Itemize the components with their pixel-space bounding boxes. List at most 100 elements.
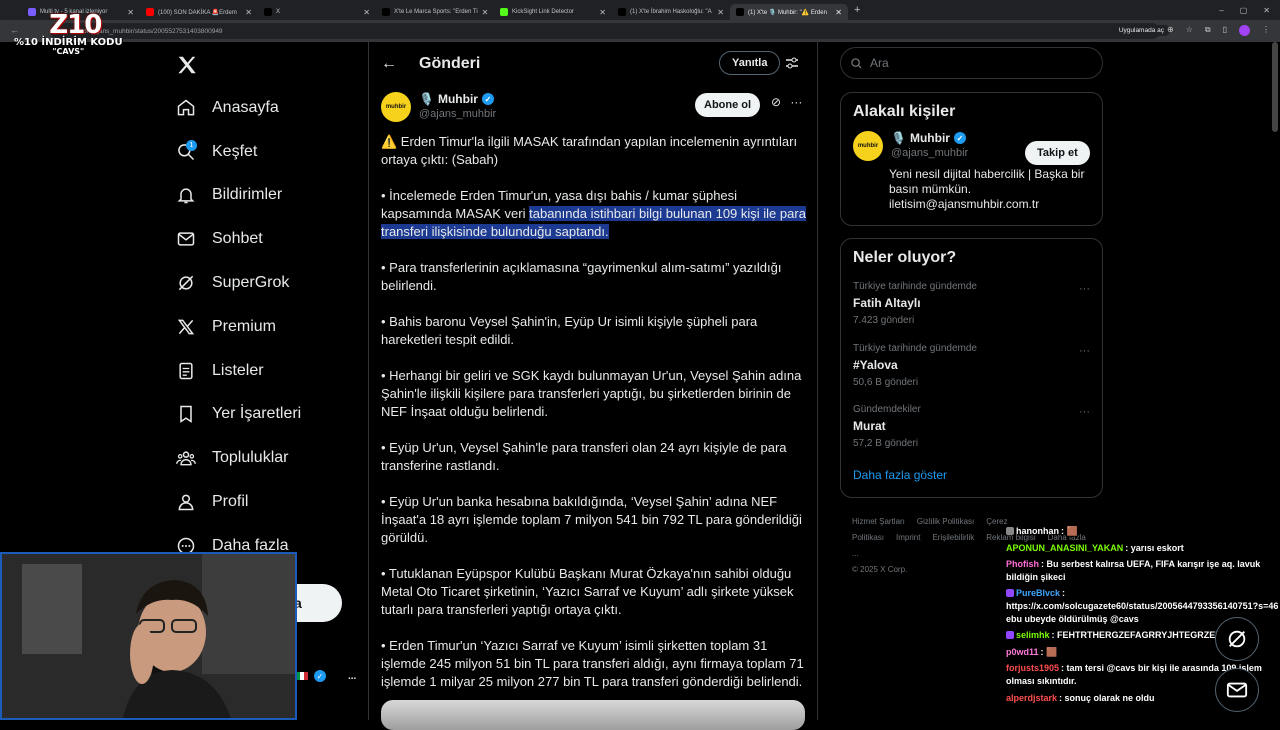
promo-logo: Z10 [49,10,102,40]
grok-icon[interactable]: ⊘ [771,95,781,109]
chat-username[interactable]: Phofish [1006,559,1039,569]
trend-item[interactable]: Türkiye tarihinde gündemde #Yalova 50,6 B … [841,339,1102,401]
extensions-icon[interactable]: ⧉ [1205,25,1211,36]
tab-close-icon[interactable]: ✕ [363,8,370,17]
post-paragraph: • Para transferlerinin açıklamasına “gay… [381,259,809,295]
tab-favicon-icon [618,8,626,16]
subscribe-button[interactable]: Abone ol [695,93,761,117]
profile-avatar[interactable] [1239,25,1250,36]
chat-username[interactable]: forjusts1905 [1006,663,1059,673]
search-box[interactable]: Ara [840,47,1103,79]
sidebar-item-x[interactable]: Premium [176,305,301,349]
chat-badge-icon [1006,527,1014,535]
more-options-icon[interactable]: ··· [790,95,802,109]
chat-message: hanonhan: 🟫 [1006,525,1280,538]
person-icon [178,494,194,511]
trend-count: 57,2 B gönderi [853,438,919,449]
browser-tab[interactable]: X ✕ [258,4,376,20]
sidebar-item-bookmark[interactable]: Yer İşaretleri [176,393,301,437]
reply-button[interactable]: Yanıtla [719,51,781,75]
trend-item[interactable]: Gündemdekiler Murat 57,2 B gönderi ··· [841,400,1102,462]
chat-message: APONUN_ANASINI_YAKAN: yarısı eskort [1006,542,1184,553]
sidebar-item-home[interactable]: Anasayfa [176,86,301,130]
chat-username[interactable]: hanonhan [1016,526,1059,536]
chat-username[interactable]: alperdjstark [1006,693,1057,703]
open-in-app-button[interactable]: Uygulamada aç [1112,25,1170,36]
tab-close-icon[interactable]: ✕ [599,8,606,17]
browser-toolbar: ← .com/ajans_muhbir/status/2005527531403… [0,20,1280,42]
tab-close-icon[interactable]: ✕ [717,8,724,17]
tab-close-icon[interactable]: ✕ [482,8,489,17]
author-handle[interactable]: @ajans_muhbir [419,108,496,120]
x-logo-icon[interactable] [176,54,198,76]
sidebar-item-label: Keşfet [212,142,258,160]
toolbar-icons: ⊕ ☆ ⧉ ▯ ⋮ [1167,25,1270,36]
chat-username[interactable]: selimhk [1016,630,1050,640]
paragraph-text: ⚠️ Erden Timur'la ilgili MASAK tarafında… [381,134,798,167]
trend-item[interactable]: Türkiye tarihinde gündemde Fatih Altaylı 7… [841,277,1102,339]
maximize-icon[interactable]: ▢ [1240,6,1248,15]
sidebar-item-mail[interactable]: Sohbet [176,217,301,261]
show-more-link[interactable]: Daha fazla göster [841,462,1102,482]
trend-context: Gündemdekiler [853,404,921,415]
window-controls: – ▢ ✕ [1219,6,1280,15]
tab-title: (1) X'te 🎙️ Muhbir: "⚠️ Erden [748,9,827,16]
tab-favicon-icon [500,8,508,16]
footer-link[interactable]: Gizlilik Politikası [917,517,974,526]
address-bar[interactable]: .com/ajans_muhbir/status/200552753140380… [50,23,1160,39]
footer-link[interactable]: Hizmet Şartları [852,517,905,526]
menu-icon[interactable]: ⋮ [1262,25,1270,36]
star-icon[interactable]: ☆ [1186,25,1193,36]
paragraph-text: • Eyüp Ur'un, Veysel Şahin'le para trans… [381,440,787,473]
sidebar-item-bell[interactable]: Bildirimler [176,174,301,218]
sidebar-item-label: Topluluklar [212,449,289,467]
messages-fab[interactable] [1215,668,1259,712]
browser-tab[interactable]: X'te Le Marca Sports: "Erden Ti ✕ [376,4,494,20]
sidebar-item-person[interactable]: Profil [176,480,301,524]
post-paragraph: • Eyüp Ur'un banka hesabına bakıldığında… [381,493,809,547]
browser-tab[interactable]: KickSight Link Detector ✕ [494,4,612,20]
sidebar-item-list[interactable]: Listeler [176,349,301,393]
filter-icon[interactable] [785,56,799,70]
related-name[interactable]: Muhbir [910,131,950,145]
sidepanel-icon[interactable]: ▯ [1223,25,1227,36]
account-more-icon[interactable]: ... [348,671,356,682]
trend-more-icon[interactable]: ··· [1079,283,1090,295]
tab-title: X'te Le Marca Sports: "Erden Ti [394,9,478,15]
grok-fab[interactable] [1215,617,1259,661]
chat-username[interactable]: PureBlvck [1016,588,1060,598]
sidebar-item-grok[interactable]: SuperGrok [176,261,301,305]
post-paragraph: • Bahis baronu Veysel Şahin'in, Eyüp Ur … [381,313,809,349]
footer-link[interactable]: Imprint [896,533,920,542]
tab-close-icon[interactable]: ✕ [127,8,134,17]
follow-button[interactable]: Takip et [1025,141,1090,165]
new-tab-button[interactable]: + [854,4,860,16]
trend-more-icon[interactable]: ··· [1079,345,1090,357]
minimize-icon[interactable]: – [1219,6,1223,15]
author-name[interactable]: Muhbir [438,92,478,106]
tab-close-icon[interactable]: ✕ [835,8,842,17]
main-nav: Anasayfa Keşfet Bildirimler Sohbet SuperGrok… [176,86,301,568]
browser-tab[interactable]: (1) X'te 🎙️ Muhbir: "⚠️ Erden ✕ [730,4,848,20]
chat-username[interactable]: p0wd11 [1006,647,1039,657]
footer-link[interactable]: Erişilebilirlik [932,533,974,542]
sidebar-item-search[interactable]: Keşfet [176,130,301,174]
account-switcher[interactable]: ✓ ... [296,670,356,682]
author-avatar[interactable]: muhbir [381,92,411,122]
trend-more-icon[interactable]: ··· [1079,406,1090,418]
browser-tab[interactable]: (100) SON DAKİKA 🚨Erdem ✕ [140,4,258,20]
tab-close-icon[interactable]: ✕ [245,8,252,17]
chat-username[interactable]: APONUN_ANASINI_YAKAN [1006,543,1123,553]
back-arrow-icon[interactable]: ← [381,55,397,73]
tab-favicon-icon [382,8,390,16]
browser-tab[interactable]: (1) X'te İbrahim Haskoloğlu: "A ✕ [612,4,730,20]
post-paragraph: • İncelemede Erden Timur'un, yasa dışı b… [381,187,809,241]
mic-icon: 🎙️ [891,131,906,145]
sidebar-item-label: Anasayfa [212,98,279,116]
zoom-icon[interactable]: ⊕ [1167,25,1174,36]
post-image[interactable] [381,700,805,730]
sidebar-item-community[interactable]: Topluluklar [176,436,301,480]
related-avatar[interactable]: muhbir [853,131,883,161]
scrollbar[interactable] [1272,42,1278,132]
close-window-icon[interactable]: ✕ [1263,6,1270,15]
